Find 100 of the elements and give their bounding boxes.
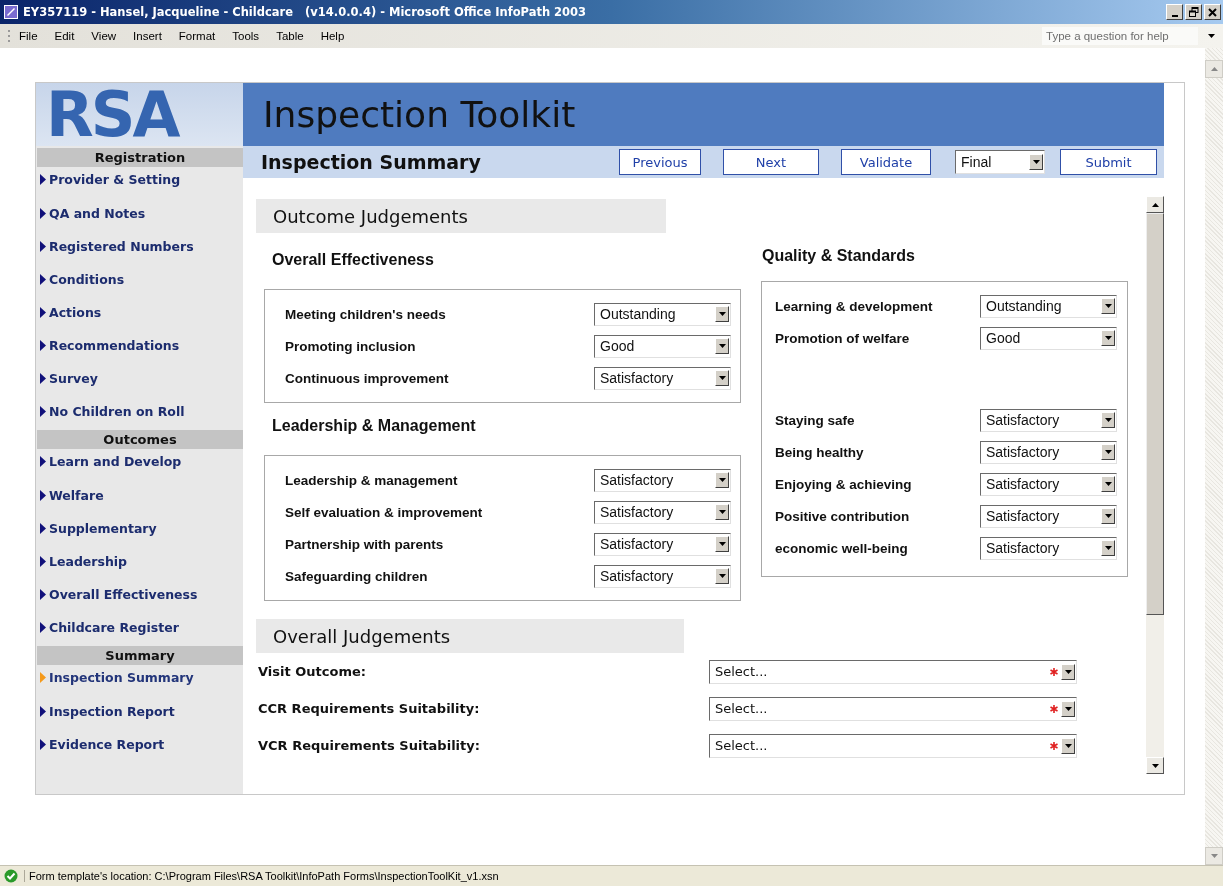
status-dropdown[interactable]: Final <box>955 150 1045 174</box>
judgement-dropdown[interactable]: Select... <box>709 696 1077 721</box>
sidebar-heading: Registration <box>37 148 243 167</box>
rating-dropdown[interactable]: Satisfactory <box>980 408 1117 432</box>
window-title: EY357119 - Hansel, Jacqueline - Childcare (v14.0.0.4) - Microsoft Office InfoPath 2003 <box>23 5 587 19</box>
rating-dropdown[interactable]: Good <box>594 334 731 358</box>
judgement-dropdown[interactable]: Select... <box>709 733 1077 758</box>
rating-dropdown[interactable]: Outstanding <box>594 302 731 326</box>
sidebar-item[interactable]: Actions <box>36 296 243 329</box>
field-label: VCR Requirements Suitability: <box>257 738 481 753</box>
field-label: Partnership with parents <box>285 536 444 552</box>
menu-item[interactable]: Table <box>276 30 304 42</box>
menu-item[interactable]: Edit <box>54 30 75 42</box>
rating-dropdown[interactable]: Satisfactory <box>594 564 731 588</box>
sidebar-heading: Outcomes <box>37 430 243 449</box>
status-text: Form template's location: C:\Program Files\RSA Toolkit\InfoPath Forms\InspectionToolKit_v1.xsn <box>24 870 499 882</box>
caret-icon <box>718 542 726 546</box>
caret-icon <box>1104 336 1112 340</box>
rating-dropdown[interactable]: Satisfactory <box>980 504 1117 528</box>
scrollbar-thumb[interactable] <box>1146 213 1164 615</box>
field-label: CCR Requirements Suitability: <box>257 701 481 716</box>
menu-item[interactable]: View <box>91 30 117 42</box>
caret-icon <box>718 376 726 380</box>
arrow-icon <box>40 622 46 633</box>
nav-button[interactable]: Validate <box>841 149 931 175</box>
restore-button[interactable] <box>1185 4 1202 20</box>
sidebar-item[interactable]: Childcare Register <box>36 611 243 644</box>
scroll-up-icon <box>1151 202 1159 207</box>
sidebar-item[interactable]: Supplementary <box>36 512 243 545</box>
field-label: Safeguarding children <box>285 568 428 584</box>
rating-dropdown[interactable]: Satisfactory <box>594 468 731 492</box>
sidebar-heading: Summary <box>37 646 243 665</box>
rating-dropdown[interactable]: Good <box>980 326 1117 350</box>
sidebar-item[interactable]: Provider & Setting <box>36 167 243 191</box>
logo: RSA <box>36 83 243 146</box>
help-search-field[interactable]: Type a question for help <box>1042 27 1198 45</box>
sidebar-item[interactable]: Welfare <box>36 479 243 512</box>
nav-button[interactable]: Previous <box>619 149 701 175</box>
check-icon <box>4 869 18 883</box>
sidebar-item[interactable]: Registered Numbers <box>36 230 243 263</box>
sidebar-item[interactable]: Recommendations <box>36 329 243 362</box>
group-heading: Quality & Standards <box>761 247 916 265</box>
arrow-icon <box>40 208 46 219</box>
caret-icon[interactable] <box>1208 34 1215 38</box>
menu-item[interactable]: Format <box>178 30 216 42</box>
field-label: Leadership & management <box>285 472 458 488</box>
arrow-icon <box>40 490 46 501</box>
rating-dropdown[interactable]: Satisfactory <box>980 536 1117 560</box>
rating-dropdown[interactable]: Satisfactory <box>594 500 731 524</box>
minimize-button[interactable] <box>1166 4 1183 20</box>
scrollbar[interactable] <box>1146 196 1164 774</box>
nav-button[interactable]: Next <box>723 149 819 175</box>
app-title: Inspection Toolkit <box>263 94 576 135</box>
caret-icon <box>1064 706 1072 711</box>
field-label: Being healthy <box>775 444 864 460</box>
group-heading: Overall Effectiveness <box>271 251 435 269</box>
field-label: Positive contribution <box>775 508 910 524</box>
scroll-down-icon <box>1151 763 1159 768</box>
caret-icon <box>1104 418 1112 422</box>
sidebar-item[interactable]: Inspection Summary <box>36 665 243 689</box>
sidebar-item[interactable]: Conditions <box>36 263 243 296</box>
caret-icon <box>1104 514 1112 518</box>
sidebar-item[interactable]: Survey <box>36 362 243 395</box>
section-heading: Outcome Judgements <box>256 199 666 233</box>
menu-item[interactable]: Help <box>320 30 345 42</box>
sidebar-item[interactable]: Overall Effectiveness <box>36 578 243 611</box>
arrow-icon <box>40 373 46 384</box>
caret-icon <box>1104 546 1112 550</box>
menu-item[interactable]: File <box>19 30 38 42</box>
rating-dropdown[interactable]: Satisfactory <box>980 472 1117 496</box>
sidebar-item[interactable]: Leadership <box>36 545 243 578</box>
arrow-icon <box>40 455 46 467</box>
sidebar-item[interactable]: Learn and Develop <box>36 449 243 473</box>
field-label: Meeting children's needs <box>285 306 446 322</box>
rating-dropdown[interactable]: Outstanding <box>980 294 1117 318</box>
rating-dropdown[interactable]: Satisfactory <box>594 366 731 390</box>
sidebar-item[interactable]: QA and Notes <box>36 197 243 230</box>
menu-item[interactable]: Tools <box>232 30 260 42</box>
field-label: economic well-being <box>775 540 908 556</box>
caret-icon <box>1104 482 1112 486</box>
close-button[interactable] <box>1204 4 1221 20</box>
menu-item[interactable]: Insert <box>133 30 162 42</box>
arrow-icon <box>40 706 46 717</box>
sidebar-item[interactable]: Inspection Report <box>36 695 243 728</box>
rating-dropdown[interactable]: Satisfactory <box>594 532 731 556</box>
caret-icon <box>718 510 726 514</box>
caret-icon <box>1064 743 1072 748</box>
arrow-icon <box>40 241 46 252</box>
sidebar-item[interactable]: No Children on Roll <box>36 395 243 428</box>
rating-dropdown[interactable]: Satisfactory <box>980 440 1117 464</box>
field-label: Promotion of welfare <box>775 330 910 346</box>
arrow-icon <box>40 173 46 185</box>
judgement-dropdown[interactable]: Select... <box>709 659 1077 684</box>
caret-icon <box>718 344 726 348</box>
page-scrollbar[interactable] <box>1205 48 1223 865</box>
caret-icon <box>1064 669 1072 674</box>
nav-button[interactable]: Submit <box>1060 149 1157 175</box>
sidebar-item[interactable]: Evidence Report <box>36 728 243 761</box>
field-label: Staying safe <box>775 412 855 428</box>
grip-icon <box>8 29 11 43</box>
